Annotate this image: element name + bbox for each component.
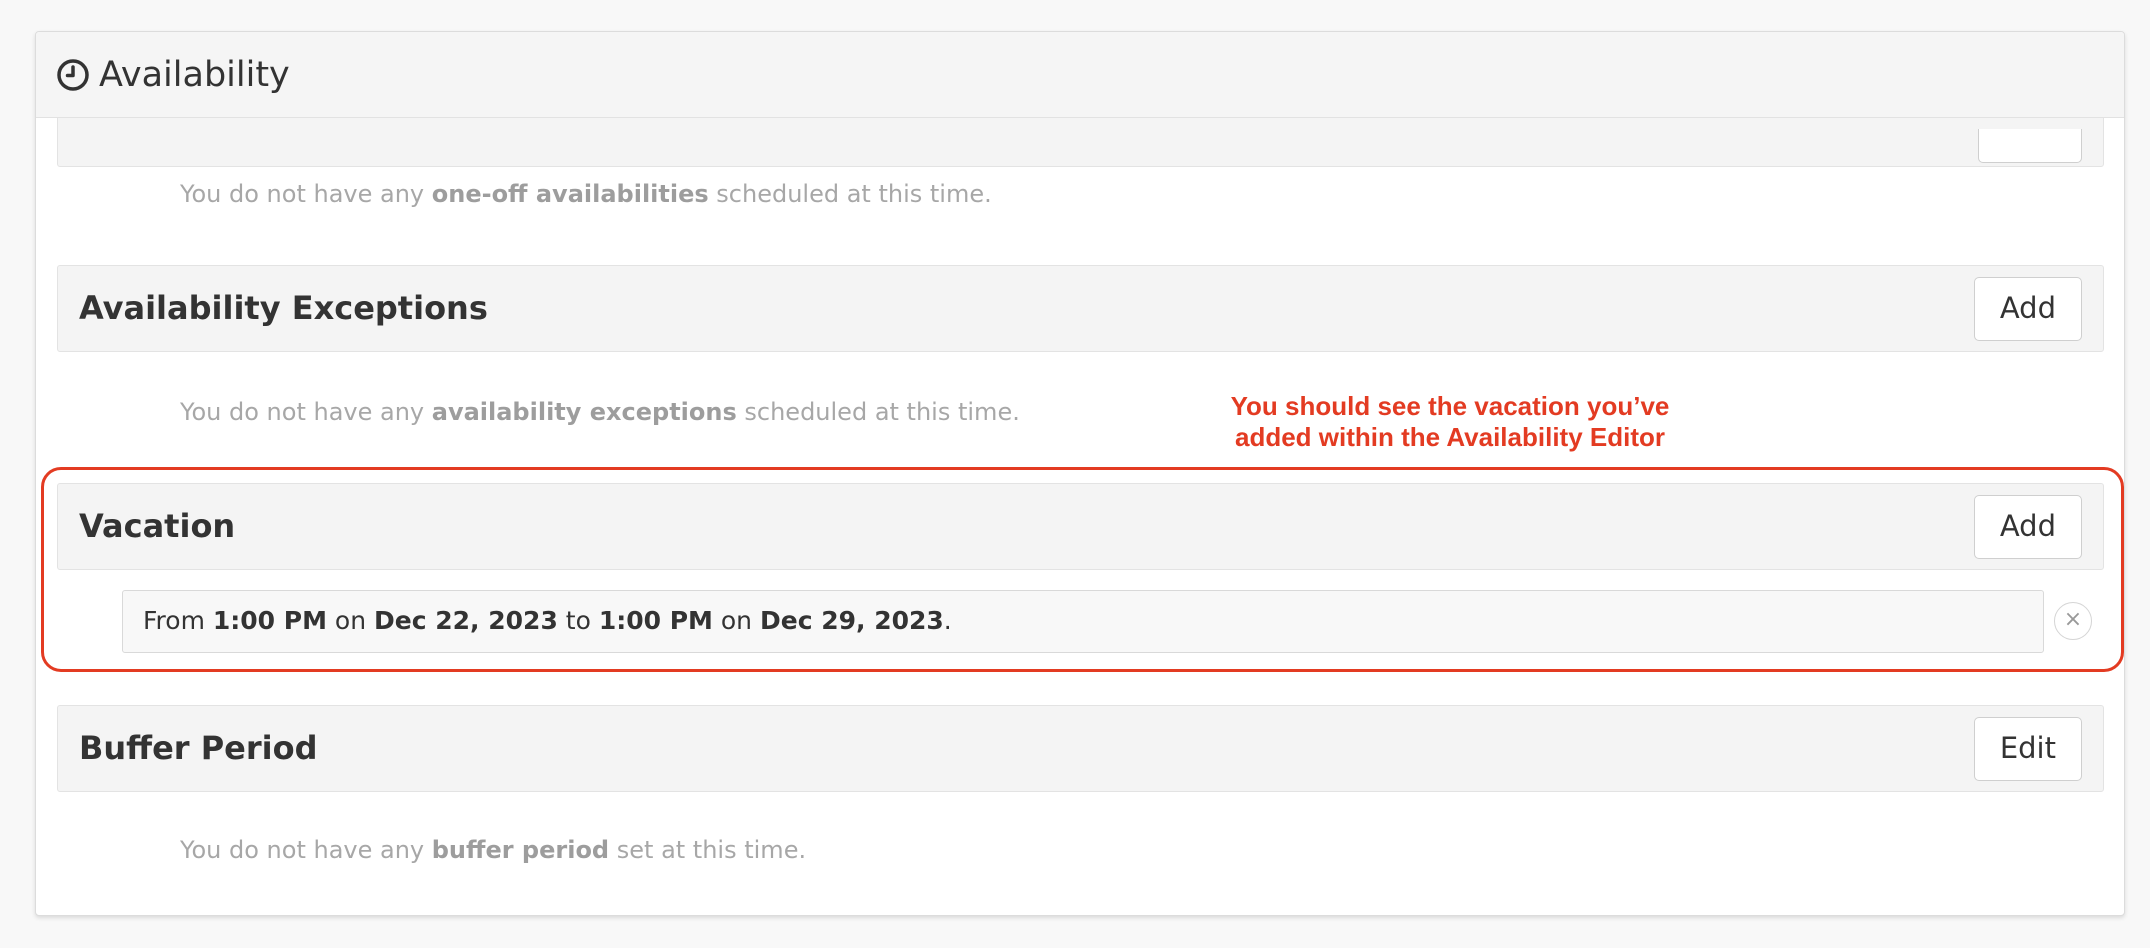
buffer-section-header: Buffer Period Edit	[57, 705, 2104, 792]
panel-header: Availability	[36, 32, 2124, 118]
vacation-section-header: Vacation Add	[57, 483, 2104, 570]
exceptions-empty-message: You do not have any availability excepti…	[180, 398, 1020, 426]
buffer-edit-button[interactable]: Edit	[1973, 717, 2082, 781]
exceptions-add-button[interactable]: Add	[1973, 277, 2082, 341]
vacation-add-button[interactable]: Add	[1973, 495, 2082, 559]
exceptions-section-header: Availability Exceptions Add	[57, 265, 2104, 352]
panel-title: Availability	[99, 55, 290, 95]
vacation-title: Vacation	[79, 507, 236, 545]
exceptions-title: Availability Exceptions	[79, 289, 488, 327]
one-off-empty-message: You do not have any one-off availabiliti…	[180, 180, 992, 208]
vacation-remove-button[interactable]: ×	[2054, 602, 2092, 640]
tutorial-annotation: You should see the vacation you’ve added…	[1230, 391, 1670, 452]
one-off-add-button[interactable]	[1978, 129, 2082, 163]
vacation-entry: From 1:00 PM on Dec 22, 2023 to 1:00 PM …	[122, 590, 2044, 653]
buffer-title: Buffer Period	[79, 729, 318, 767]
clock-icon	[57, 59, 89, 91]
availability-panel: Availability You do not have any one-off…	[35, 31, 2125, 916]
buffer-empty-message: You do not have any buffer period set at…	[180, 836, 807, 864]
